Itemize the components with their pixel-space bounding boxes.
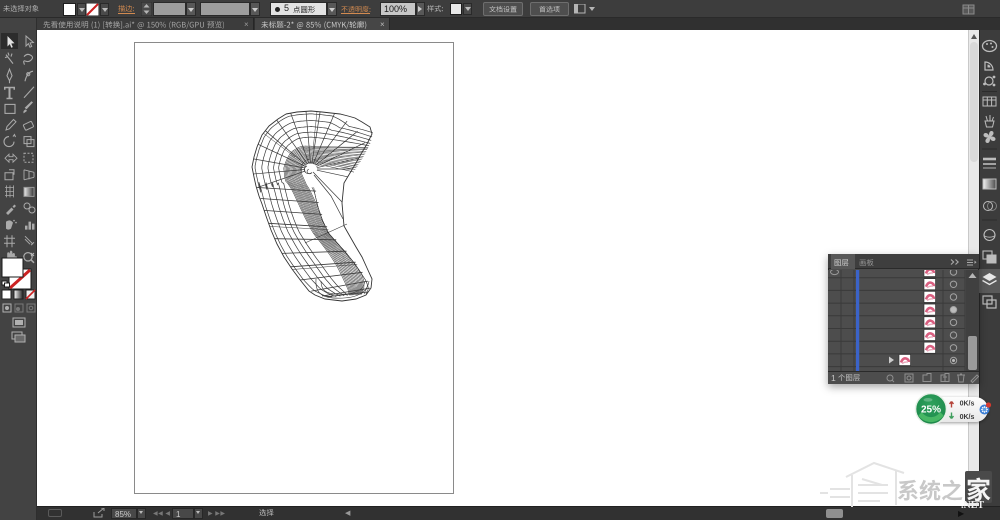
svg-text:0K/s: 0K/s [960, 401, 975, 408]
svg-text:0K/s: 0K/s [960, 414, 975, 421]
svg-text:25%: 25% [921, 405, 941, 416]
